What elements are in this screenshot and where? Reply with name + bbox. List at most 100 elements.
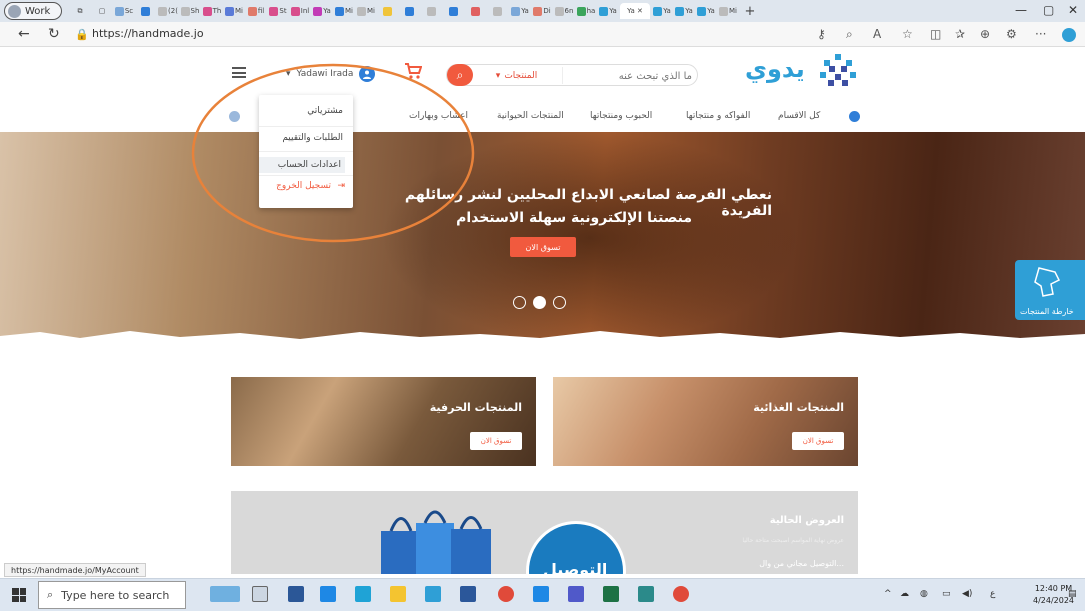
browser-tab[interactable]: Ya (674, 3, 694, 19)
lock-icon[interactable]: 🔒 (75, 28, 89, 41)
nav-prev-icon[interactable] (849, 111, 860, 122)
browser-tab-active[interactable]: Ya ✕ (620, 3, 650, 19)
browser-tab[interactable]: St (268, 3, 288, 19)
tab-icon-collections[interactable]: ▢ (92, 3, 112, 19)
browser-tab[interactable] (400, 3, 420, 19)
tray-battery-icon[interactable]: ▭ (942, 589, 951, 599)
browser-tab[interactable]: Mi (224, 3, 244, 19)
tray-wifi-icon[interactable]: ◍ (920, 589, 928, 599)
chrome-icon[interactable] (498, 586, 514, 602)
tab-icon-workspace[interactable]: ⧉ (70, 3, 90, 19)
weather-widget-icon[interactable] (210, 586, 240, 602)
browser-tab[interactable]: Ya (598, 3, 618, 19)
file-explorer-icon[interactable] (390, 586, 406, 602)
products-map-label: خارطة المنتجات (1020, 307, 1074, 316)
search-category-select[interactable]: ▾ المنتجات (471, 67, 563, 84)
read-aloud-icon[interactable]: A (873, 27, 881, 41)
browser-tab[interactable]: ha (576, 3, 596, 19)
browser-tab-bar: Work ⧉ ▢ Sc (2( Sh Th Mi fil St Inl Ya M… (0, 0, 1085, 22)
zoom-icon[interactable]: ⌕ (846, 27, 853, 42)
address-bar: ← ↻ 🔒 https://handmade.jo ⚷ ⌕ A ☆ ◫ ✰ ⊕ … (0, 22, 1085, 47)
taskbar-search-box[interactable]: ⌕ Type here to search (38, 581, 186, 609)
browser-tab[interactable]: fil (246, 3, 266, 19)
carousel-dot[interactable] (513, 296, 526, 309)
carousel-dot[interactable] (553, 296, 566, 309)
new-tab-button[interactable]: + (740, 3, 760, 19)
nav-item-grains[interactable]: الحبوب ومنتجاتها (590, 111, 652, 121)
teams-icon[interactable] (568, 586, 584, 602)
app-icon[interactable] (288, 586, 304, 602)
hero-shop-now-button[interactable]: تسوق الان (510, 237, 576, 257)
carousel-dot-active[interactable] (533, 296, 546, 309)
notifications-icon[interactable]: ▤ (1068, 589, 1077, 599)
app-icon[interactable] (425, 586, 441, 602)
tray-chevron-icon[interactable]: ^ (884, 589, 892, 599)
browser-tab[interactable] (444, 3, 464, 19)
collections-icon[interactable]: ⊕ (980, 27, 990, 41)
split-screen-icon[interactable]: ◫ (930, 27, 941, 41)
browser-tab[interactable]: Di (532, 3, 552, 19)
windows-start-icon[interactable] (12, 588, 26, 602)
browser-tab[interactable]: Mi (356, 3, 376, 19)
browser-tab[interactable]: Ya (510, 3, 530, 19)
app-icon[interactable] (638, 586, 654, 602)
refresh-icon[interactable]: ↻ (48, 26, 60, 42)
delivery-badge: التوصيل (526, 521, 626, 574)
browser-tab[interactable]: Sc (114, 3, 134, 19)
app-icon[interactable] (320, 586, 336, 602)
crafts-shop-now-button[interactable]: تسوق الان (470, 432, 522, 450)
current-offers-banner[interactable]: التوصيل العروض الحالية عروض نهاية المواس… (231, 491, 858, 574)
favorite-star-icon[interactable]: ☆ (902, 27, 913, 41)
annotation-circle (191, 63, 475, 243)
app-icon[interactable] (673, 586, 689, 602)
browser-tab[interactable] (488, 3, 508, 19)
nav-item-animal-products[interactable]: المنتجات الحيوانية (497, 111, 564, 121)
tray-language-icon[interactable]: ع (990, 589, 995, 599)
food-shop-now-button[interactable]: تسوق الان (792, 432, 844, 450)
browser-tab[interactable] (378, 3, 398, 19)
site-logo-text[interactable]: يدوي (745, 55, 805, 83)
back-icon[interactable]: ← (18, 26, 30, 42)
favorites-icon[interactable]: ✰ (955, 27, 965, 41)
key-icon[interactable]: ⚷ (817, 27, 826, 41)
crafts-card[interactable]: المنتجات الحرفية تسوق الان (231, 377, 536, 466)
browser-profile-button[interactable]: Work (4, 2, 62, 20)
hero-banner: نعطي الفرصة لصانعي الابداع المحليين لنشر… (0, 132, 1085, 344)
browser-tab[interactable] (136, 3, 156, 19)
browser-tab[interactable]: Inl (290, 3, 310, 19)
offers-title: العروض الحالية (769, 515, 844, 526)
app-icon[interactable] (533, 586, 549, 602)
minimize-icon[interactable]: — (1015, 3, 1027, 17)
food-card[interactable]: المنتجات الغذائية تسوق الان (553, 377, 858, 466)
site-logo-icon[interactable] (818, 52, 858, 88)
maximize-icon[interactable]: ▢ (1043, 3, 1054, 17)
word-icon[interactable] (460, 586, 476, 602)
search-icon: ⌕ (47, 588, 54, 601)
products-map-widget[interactable]: خارطة المنتجات (1015, 260, 1085, 320)
tray-network-icon[interactable]: ☁ (900, 589, 909, 599)
nav-item-all-categories[interactable]: كل الاقسام (778, 111, 820, 121)
copilot-icon[interactable] (1062, 28, 1076, 42)
search-input[interactable] (567, 68, 692, 84)
browser-tab[interactable]: Mi (334, 3, 354, 19)
browser-tab[interactable]: Ya (312, 3, 332, 19)
excel-icon[interactable] (603, 586, 619, 602)
task-view-icon[interactable] (252, 586, 268, 602)
extensions-icon[interactable]: ⚙ (1006, 27, 1017, 41)
browser-tab[interactable]: Th (202, 3, 222, 19)
browser-tab[interactable]: Ya (696, 3, 716, 19)
close-window-icon[interactable]: ✕ (1068, 3, 1078, 17)
browser-tab[interactable]: Ya (652, 3, 672, 19)
browser-tab[interactable] (466, 3, 486, 19)
browser-tab[interactable]: Sh (180, 3, 200, 19)
more-menu-icon[interactable]: ··· (1035, 27, 1046, 41)
nav-item-fruits[interactable]: الفواكه و منتجاتها (686, 111, 750, 121)
tray-volume-icon[interactable]: ◀) (962, 589, 972, 599)
profile-label: Work (25, 5, 51, 17)
edge-icon[interactable] (355, 586, 371, 602)
browser-tab[interactable]: (2( (158, 3, 178, 19)
browser-tab[interactable]: 6n (554, 3, 574, 19)
url-field[interactable]: https://handmade.jo (92, 27, 204, 40)
browser-tab[interactable]: Mi (718, 3, 738, 19)
browser-tab[interactable] (422, 3, 442, 19)
